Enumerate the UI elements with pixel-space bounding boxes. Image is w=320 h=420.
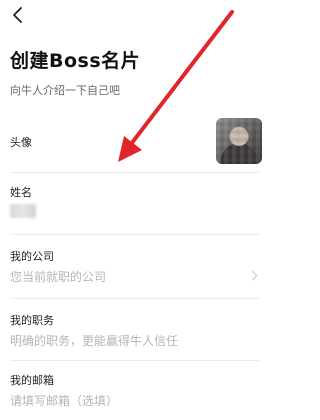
email-label: 我的邮箱 — [10, 374, 54, 387]
divider — [10, 234, 260, 235]
page-title: 创建Boss名片 — [10, 50, 141, 72]
back-icon[interactable] — [8, 4, 30, 26]
avatar-label: 头像 — [10, 136, 32, 149]
chevron-right-icon — [247, 270, 258, 281]
position-field[interactable]: 明确的职务，更能赢得牛人信任 — [10, 332, 178, 349]
divider — [10, 360, 260, 361]
page-subtitle: 向牛人介绍一下自己吧 — [10, 84, 120, 97]
divider — [10, 298, 260, 299]
email-field[interactable]: 请填写邮箱（选填） — [10, 392, 118, 409]
name-field[interactable] — [10, 204, 36, 218]
name-label: 姓名 — [10, 186, 32, 199]
company-field[interactable]: 您当前就职的公司 — [10, 268, 106, 285]
divider — [10, 172, 260, 173]
watermark — [180, 402, 266, 416]
avatar[interactable] — [216, 118, 262, 164]
company-label: 我的公司 — [10, 250, 54, 263]
position-label: 我的职务 — [10, 314, 54, 327]
